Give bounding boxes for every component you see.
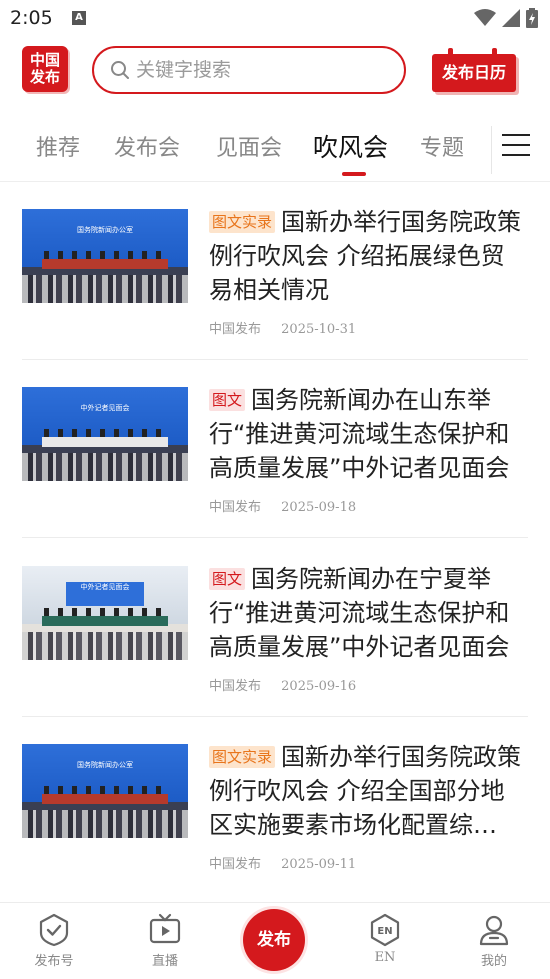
article-item[interactable]: 中外记者见面会 图文 国务院新闻办在山东举行“推进黄河流域生态保护和高质量发展”中… bbox=[22, 360, 528, 538]
nav-publish-button[interactable]: 发布 bbox=[243, 909, 305, 971]
release-calendar-button[interactable]: 发布日历 bbox=[432, 48, 520, 94]
tab-meeting[interactable]: 见面会 bbox=[216, 130, 282, 162]
status-time: 2:05 bbox=[10, 7, 53, 29]
article-title: 国务院新闻办在宁夏举行“推进黄河流域生态保护和高质量发展”中外记者见面会 bbox=[209, 565, 510, 661]
article-tag: 图文实录 bbox=[209, 746, 276, 768]
article-date: 2025-09-18 bbox=[281, 500, 357, 515]
nav-label: 发布号 bbox=[34, 954, 74, 969]
article-title-block: 图文 国务院新闻办在山东举行“推进黄河流域生态保护和高质量发展”中外记者见面会 bbox=[209, 383, 527, 485]
article-meta: 中国发布 2025-09-11 bbox=[209, 853, 372, 872]
article-date: 2025-10-31 bbox=[281, 322, 357, 337]
article-divider bbox=[22, 537, 528, 538]
article-title-block: 图文 国务院新闻办在宁夏举行“推进黄河流域生态保护和高质量发展”中外记者见面会 bbox=[209, 562, 527, 664]
article-item[interactable]: 国务院新闻办公室 图文实录 国新办举行国务院政策例行吹风会 介绍拓展绿色贸易相关情… bbox=[22, 182, 528, 360]
article-source: 中国发布 bbox=[209, 500, 262, 515]
article-item[interactable]: 中外记者见面会 图文 国务院新闻办在宁夏举行“推进黄河流域生态保护和高质量发展”中… bbox=[22, 539, 528, 717]
nav-mine[interactable]: 我的 bbox=[464, 913, 524, 969]
nav-publisher[interactable]: 发布号 bbox=[24, 913, 84, 969]
category-tabs: 推荐 发布会 见面会 吹风会 专题 bbox=[0, 120, 550, 180]
thumbnail-banner-text: 中外记者见面会 bbox=[80, 583, 130, 591]
article-thumbnail: 国务院新闻办公室 bbox=[22, 209, 188, 303]
status-bar: 2:05 A bbox=[0, 0, 550, 38]
active-tab-indicator bbox=[342, 172, 366, 176]
article-date: 2025-09-16 bbox=[281, 679, 357, 694]
article-source: 中国发布 bbox=[209, 679, 262, 694]
article-thumbnail: 中外记者见面会 bbox=[22, 566, 188, 660]
nav-label: 直播 bbox=[151, 954, 178, 969]
article-title-block: 图文实录 国新办举行国务院政策例行吹风会 介绍全国部分地区实施要素市场化配置综… bbox=[209, 740, 527, 842]
svg-text:EN: EN bbox=[377, 926, 392, 937]
nav-label: EN bbox=[374, 950, 396, 965]
tab-special-topic[interactable]: 专题 bbox=[420, 130, 464, 162]
article-item[interactable]: 国务院新闻办公室 图文实录 国新办举行国务院政策例行吹风会 介绍全国部分地区实施要… bbox=[22, 717, 528, 895]
article-meta: 中国发布 2025-10-31 bbox=[209, 318, 372, 337]
nav-live[interactable]: 直播 bbox=[135, 913, 195, 969]
article-tag: 图文 bbox=[209, 389, 246, 411]
thumbnail-banner-text: 中外记者见面会 bbox=[80, 404, 130, 412]
nav-english[interactable]: EN EN bbox=[355, 913, 415, 965]
article-meta: 中国发布 2025-09-18 bbox=[209, 496, 372, 515]
status-icons bbox=[474, 8, 538, 28]
article-thumbnail: 中外记者见面会 bbox=[22, 387, 188, 481]
search-input[interactable] bbox=[136, 59, 386, 81]
tab-divider bbox=[491, 126, 492, 174]
article-title: 国务院新闻办在山东举行“推进黄河流域生态保护和高质量发展”中外记者见面会 bbox=[209, 386, 510, 482]
tab-recommend[interactable]: 推荐 bbox=[36, 130, 80, 162]
thumbnail-banner-text: 国务院新闻办公室 bbox=[77, 761, 133, 769]
article-source: 中国发布 bbox=[209, 322, 262, 337]
en-hexagon-icon: EN bbox=[370, 913, 400, 947]
article-tag: 图文实录 bbox=[209, 211, 276, 233]
tab-press-conference[interactable]: 发布会 bbox=[114, 130, 180, 162]
article-meta: 中国发布 2025-09-16 bbox=[209, 675, 372, 694]
search-bar[interactable] bbox=[92, 46, 406, 94]
battery-icon bbox=[526, 8, 538, 28]
logo-line-2: 发布 bbox=[29, 68, 60, 86]
calendar-label: 发布日历 bbox=[432, 54, 516, 92]
article-date: 2025-09-11 bbox=[281, 857, 357, 872]
bottom-navigation: 发布号 直播 发布 EN EN 我的 bbox=[0, 902, 550, 979]
logo-line-1: 中国 bbox=[29, 51, 60, 69]
app-logo[interactable]: 中国 发布 bbox=[22, 46, 68, 92]
notification-icon: A bbox=[72, 11, 86, 25]
shield-check-icon bbox=[39, 913, 69, 947]
tab-briefing[interactable]: 吹风会 bbox=[313, 128, 388, 164]
thumbnail-banner-text: 国务院新闻办公室 bbox=[77, 226, 133, 234]
wifi-icon bbox=[474, 9, 496, 26]
nav-label: 我的 bbox=[480, 954, 507, 969]
app-header: 中国 发布 发布日历 bbox=[0, 38, 550, 104]
tv-icon bbox=[149, 913, 181, 944]
article-title-block: 图文实录 国新办举行国务院政策例行吹风会 介绍拓展绿色贸易相关情况 bbox=[209, 205, 527, 307]
menu-icon[interactable] bbox=[502, 134, 530, 156]
article-source: 中国发布 bbox=[209, 857, 262, 872]
search-icon bbox=[111, 61, 129, 79]
article-thumbnail: 国务院新闻办公室 bbox=[22, 744, 188, 838]
article-tag: 图文 bbox=[209, 568, 246, 590]
person-icon bbox=[479, 915, 509, 946]
signal-icon bbox=[502, 9, 520, 27]
